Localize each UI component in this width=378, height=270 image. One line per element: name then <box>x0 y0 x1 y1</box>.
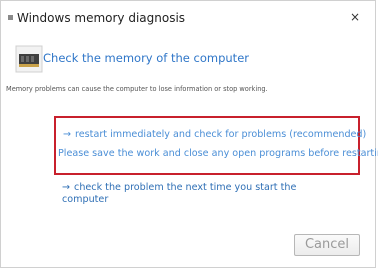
app-icon <box>8 15 13 20</box>
header: Check the memory of the computer <box>15 45 365 75</box>
arrow-right-icon: → <box>62 182 71 193</box>
cancel-button[interactable]: Cancel <box>294 234 360 256</box>
arrow-right-icon: → <box>63 129 72 140</box>
warning-text: Memory problems can cause the computer t… <box>6 85 268 93</box>
window-title: Windows memory diagnosis <box>17 11 186 25</box>
title-bar: Windows memory diagnosis × <box>1 1 375 31</box>
page-title: Check the memory of the computer <box>43 51 249 65</box>
check-next-start-label: check the problem the next time you star… <box>62 182 297 205</box>
restart-now-option[interactable]: → restart immediately and check for probl… <box>63 129 367 140</box>
highlight-box <box>54 116 360 175</box>
restart-now-label: restart immediately and check for proble… <box>75 129 367 140</box>
memory-chip-icon <box>15 45 43 73</box>
restart-now-description: Please save the work and close any open … <box>58 148 378 159</box>
memory-diagnostic-window: Windows memory diagnosis × Check the mem… <box>0 0 378 268</box>
check-next-start-option[interactable]: → check the problem the next time you sta… <box>62 182 322 206</box>
close-icon[interactable]: × <box>347 9 363 25</box>
